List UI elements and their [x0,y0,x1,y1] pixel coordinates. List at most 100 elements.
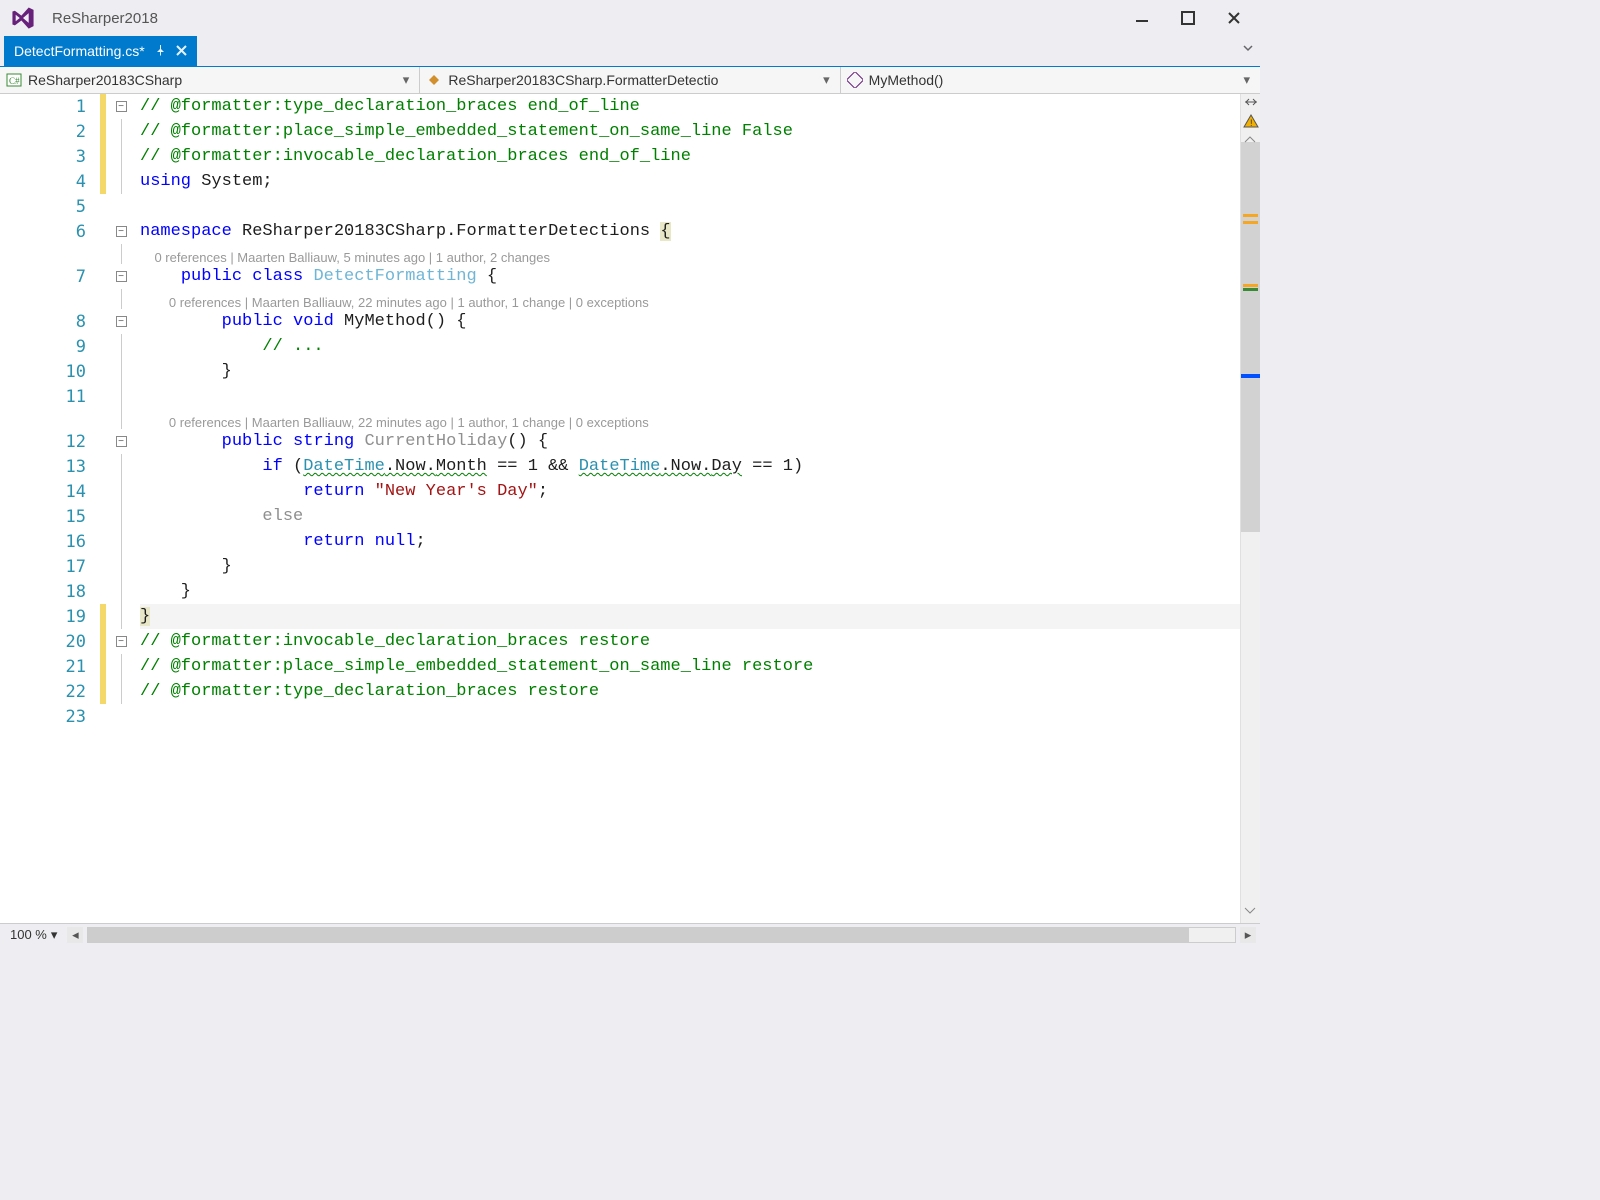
code-line[interactable]: } [140,554,1240,579]
code-line[interactable]: // @formatter:invocable_declaration_brac… [140,144,1240,169]
nav-member-dropdown[interactable]: MyMethod() ▾ [841,67,1260,93]
code-line[interactable] [140,194,1240,219]
line-number: 1 [0,97,100,117]
code-line[interactable]: } [140,604,1240,629]
fold-toggle [106,119,136,144]
editor-gutter: 1−23456−7−8−9101112−1314151617181920−212… [0,94,140,923]
fold-toggle [106,579,136,604]
code-line[interactable]: // @formatter:type_declaration_braces en… [140,94,1240,119]
code-line[interactable] [140,704,1240,729]
line-number: 12 [0,432,100,452]
ruler-mark [1243,214,1258,217]
line-number: 13 [0,457,100,477]
code-editor[interactable]: 1−23456−7−8−9101112−1314151617181920−212… [0,94,1260,923]
collapse-icon: − [116,226,127,237]
editor-status-bar: 100 % ▾ ◂ ▸ [0,923,1260,945]
fold-toggle[interactable]: − [106,429,136,454]
code-line[interactable] [140,384,1240,409]
pin-tab-icon[interactable] [155,43,166,59]
chevron-down-icon: ▾ [1239,72,1254,88]
tab-well-dropdown-icon[interactable] [1242,42,1254,57]
code-line[interactable]: return null; [140,529,1240,554]
fold-toggle [106,679,136,704]
fold-toggle [106,479,136,504]
minimize-button[interactable] [1130,6,1154,30]
line-number: 14 [0,482,100,502]
scroll-right-button[interactable]: ▸ [1240,927,1256,943]
fold-toggle [106,409,136,429]
code-line[interactable]: // @formatter:place_simple_embedded_stat… [140,654,1240,679]
fold-toggle[interactable]: − [106,94,136,119]
method-icon [847,72,863,88]
code-area[interactable]: // @formatter:type_declaration_braces en… [140,94,1240,923]
horizontal-scrollbar[interactable] [87,927,1236,943]
fold-toggle [106,504,136,529]
scroll-down-arrow-icon[interactable] [1243,904,1257,919]
fold-toggle [106,454,136,479]
code-line[interactable]: } [140,579,1240,604]
fold-toggle [106,289,136,309]
overview-ruler[interactable]: ! [1240,94,1260,923]
collapse-icon: − [116,271,127,282]
ruler-mark [1243,284,1258,287]
fold-toggle[interactable]: − [106,309,136,334]
title-bar: ReSharper2018 [0,0,1260,36]
code-line[interactable]: namespace ReSharper20183CSharp.Formatter… [140,219,1240,244]
window-title: ReSharper2018 [52,10,158,27]
codelens-info[interactable]: 0 references | Maarten Balliauw, 22 minu… [140,409,1240,429]
maximize-button[interactable] [1176,6,1200,30]
code-line[interactable]: if (DateTime.Now.Month == 1 && DateTime.… [140,454,1240,479]
code-line[interactable]: public string CurrentHoliday() { [140,429,1240,454]
code-line[interactable]: // @formatter:place_simple_embedded_stat… [140,119,1240,144]
fold-toggle[interactable]: − [106,264,136,289]
document-tab-active[interactable]: DetectFormatting.cs* [4,36,197,66]
code-line[interactable]: public class DetectFormatting { [140,264,1240,289]
code-line[interactable]: } [140,359,1240,384]
ruler-mark [1243,221,1258,224]
fold-toggle[interactable]: − [106,219,136,244]
scrollbar-thumb[interactable] [88,928,1189,942]
scrollbar-thumb[interactable] [1241,142,1260,532]
line-number: 15 [0,507,100,527]
line-number: 2 [0,122,100,142]
chevron-down-icon: ▾ [51,927,58,943]
code-line[interactable]: public void MyMethod() { [140,309,1240,334]
code-line[interactable]: else [140,504,1240,529]
close-window-button[interactable] [1222,6,1246,30]
ruler-mark [1243,288,1258,291]
zoom-level-dropdown[interactable]: 100 % ▾ [4,927,63,943]
fold-toggle[interactable]: − [106,629,136,654]
svg-text:!: ! [1250,118,1253,128]
code-line[interactable]: return "New Year's Day"; [140,479,1240,504]
fold-toggle [106,244,136,264]
document-tab-filename: DetectFormatting.cs* [14,43,145,59]
code-line[interactable]: // @formatter:invocable_declaration_brac… [140,629,1240,654]
codelens-info[interactable]: 0 references | Maarten Balliauw, 5 minut… [140,244,1240,264]
code-line[interactable]: // @formatter:type_declaration_braces re… [140,679,1240,704]
code-line[interactable]: // ... [140,334,1240,359]
fold-toggle [106,334,136,359]
line-number: 23 [0,707,100,727]
nav-project-dropdown[interactable]: C# ReSharper20183CSharp ▾ [0,67,420,93]
fold-toggle [106,384,136,409]
close-tab-icon[interactable] [176,43,187,59]
line-number: 10 [0,362,100,382]
collapse-icon: − [116,636,127,647]
line-number: 6 [0,222,100,242]
csharp-project-icon: C# [6,72,22,88]
split-editor-icon[interactable] [1243,96,1259,111]
line-number: 3 [0,147,100,167]
collapse-icon: − [116,101,127,112]
code-line[interactable]: using System; [140,169,1240,194]
collapse-icon: − [116,316,127,327]
scroll-left-button[interactable]: ◂ [67,927,83,943]
ruler-caret-mark [1241,374,1260,378]
warning-indicator-icon[interactable]: ! [1243,114,1259,131]
fold-toggle [106,554,136,579]
line-number: 11 [0,387,100,407]
codelens-info[interactable]: 0 references | Maarten Balliauw, 22 minu… [140,289,1240,309]
fold-toggle [106,704,136,729]
nav-type-dropdown[interactable]: ReSharper20183CSharp.FormatterDetectio ▾ [420,67,840,93]
fold-toggle [106,194,136,219]
line-number: 22 [0,682,100,702]
